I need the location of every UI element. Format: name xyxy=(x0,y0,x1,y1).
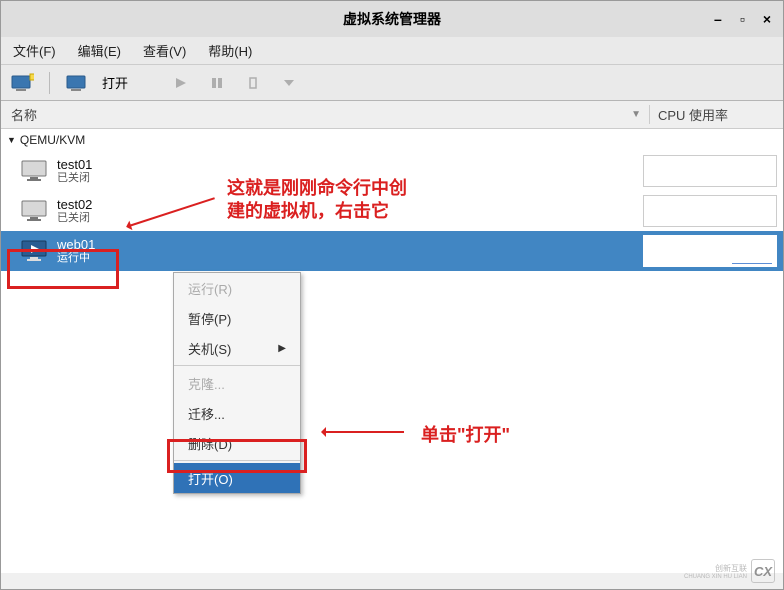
ctx-clone: 克隆... xyxy=(174,368,300,398)
window-title: 虚拟系统管理器 xyxy=(343,9,441,29)
watermark-sub: CHUANG XIN HU LIAN xyxy=(684,574,747,580)
close-button[interactable]: × xyxy=(763,11,771,27)
vm-name: web01 xyxy=(57,238,95,252)
monitor-icon xyxy=(19,157,51,185)
vm-text: test01 已关闭 xyxy=(57,158,92,184)
vm-row-web01[interactable]: web01 运行中 xyxy=(1,231,783,271)
watermark: 创新互联 CHUANG XIN HU LIAN CX xyxy=(684,559,775,583)
pause-icon xyxy=(204,70,230,96)
menu-view[interactable]: 查看(V) xyxy=(137,39,192,62)
app-window: 虚拟系统管理器 – ▫ × 文件(F) 编辑(E) 查看(V) 帮助(H) 打开 xyxy=(0,0,784,590)
ctx-run: 运行(R) xyxy=(174,273,300,303)
list-header: 名称 ▼ CPU 使用率 xyxy=(1,101,783,129)
watermark-logo: CX xyxy=(751,559,775,583)
ctx-run-label: 运行(R) xyxy=(188,279,232,298)
ctx-separator xyxy=(174,460,300,461)
header-cpu-col[interactable]: CPU 使用率 xyxy=(649,105,783,124)
menubar: 文件(F) 编辑(E) 查看(V) 帮助(H) xyxy=(1,37,783,65)
shutdown-icon xyxy=(240,70,266,96)
header-name-label: 名称 xyxy=(11,105,37,124)
ctx-separator xyxy=(174,365,300,366)
vm-row-test02[interactable]: test02 已关闭 xyxy=(1,191,783,231)
monitor-icon xyxy=(19,197,51,225)
cpu-usage-cell xyxy=(643,235,777,267)
group-label: QEMU/KVM xyxy=(20,133,85,147)
hypervisor-group[interactable]: ▼ QEMU/KVM xyxy=(1,129,783,151)
open-vm-icon[interactable] xyxy=(64,70,90,96)
maximize-button[interactable]: ▫ xyxy=(740,11,745,27)
vm-status: 运行中 xyxy=(57,252,95,264)
toolbar: 打开 xyxy=(1,65,783,101)
vm-text: test02 已关闭 xyxy=(57,198,92,224)
toolbar-separator xyxy=(49,72,50,94)
menu-edit[interactable]: 编辑(E) xyxy=(72,39,127,62)
menu-file[interactable]: 文件(F) xyxy=(7,39,62,62)
vm-list: ▼ QEMU/KVM test01 已关闭 test02 已关闭 xyxy=(1,129,783,573)
window-controls: – ▫ × xyxy=(714,1,779,37)
open-label[interactable]: 打开 xyxy=(102,73,128,92)
collapse-icon: ▼ xyxy=(7,135,16,145)
vm-name: test01 xyxy=(57,158,92,172)
cpu-usage-cell xyxy=(643,195,777,227)
monitor-running-icon xyxy=(19,237,51,265)
new-vm-icon[interactable] xyxy=(9,70,35,96)
ctx-open-label: 打开(O) xyxy=(188,469,233,488)
vm-status: 已关闭 xyxy=(57,212,92,224)
vm-name: test02 xyxy=(57,198,92,212)
ctx-pause-label: 暂停(P) xyxy=(188,309,231,328)
cpu-usage-cell xyxy=(643,155,777,187)
watermark-text: 创新互联 xyxy=(715,563,747,574)
vm-text: web01 运行中 xyxy=(57,238,95,264)
titlebar: 虚拟系统管理器 – ▫ × xyxy=(1,1,783,37)
context-menu: 运行(R) 暂停(P) 关机(S) ▶ 克隆... 迁移... 删除(D) 打开(… xyxy=(173,272,301,494)
ctx-open[interactable]: 打开(O) xyxy=(174,463,300,493)
sort-indicator-icon: ▼ xyxy=(631,109,641,120)
ctx-pause[interactable]: 暂停(P) xyxy=(174,303,300,333)
vm-status: 已关闭 xyxy=(57,172,92,184)
play-icon xyxy=(168,70,194,96)
ctx-clone-label: 克隆... xyxy=(188,374,225,393)
header-name-col[interactable]: 名称 ▼ xyxy=(1,105,649,124)
ctx-migrate[interactable]: 迁移... xyxy=(174,398,300,428)
menu-help[interactable]: 帮助(H) xyxy=(202,39,258,62)
submenu-caret-icon: ▶ xyxy=(278,343,286,354)
dropdown-icon xyxy=(276,70,302,96)
vm-row-test01[interactable]: test01 已关闭 xyxy=(1,151,783,191)
annotation-arrow-bottom xyxy=(324,431,404,433)
ctx-shutdown-label: 关机(S) xyxy=(188,339,231,358)
header-cpu-label: CPU 使用率 xyxy=(658,108,728,123)
ctx-migrate-label: 迁移... xyxy=(188,404,225,423)
ctx-delete-label: 删除(D) xyxy=(188,434,232,453)
cpu-sparkline xyxy=(732,256,772,264)
ctx-shutdown[interactable]: 关机(S) ▶ xyxy=(174,333,300,363)
ctx-delete[interactable]: 删除(D) xyxy=(174,428,300,458)
minimize-button[interactable]: – xyxy=(714,11,722,27)
